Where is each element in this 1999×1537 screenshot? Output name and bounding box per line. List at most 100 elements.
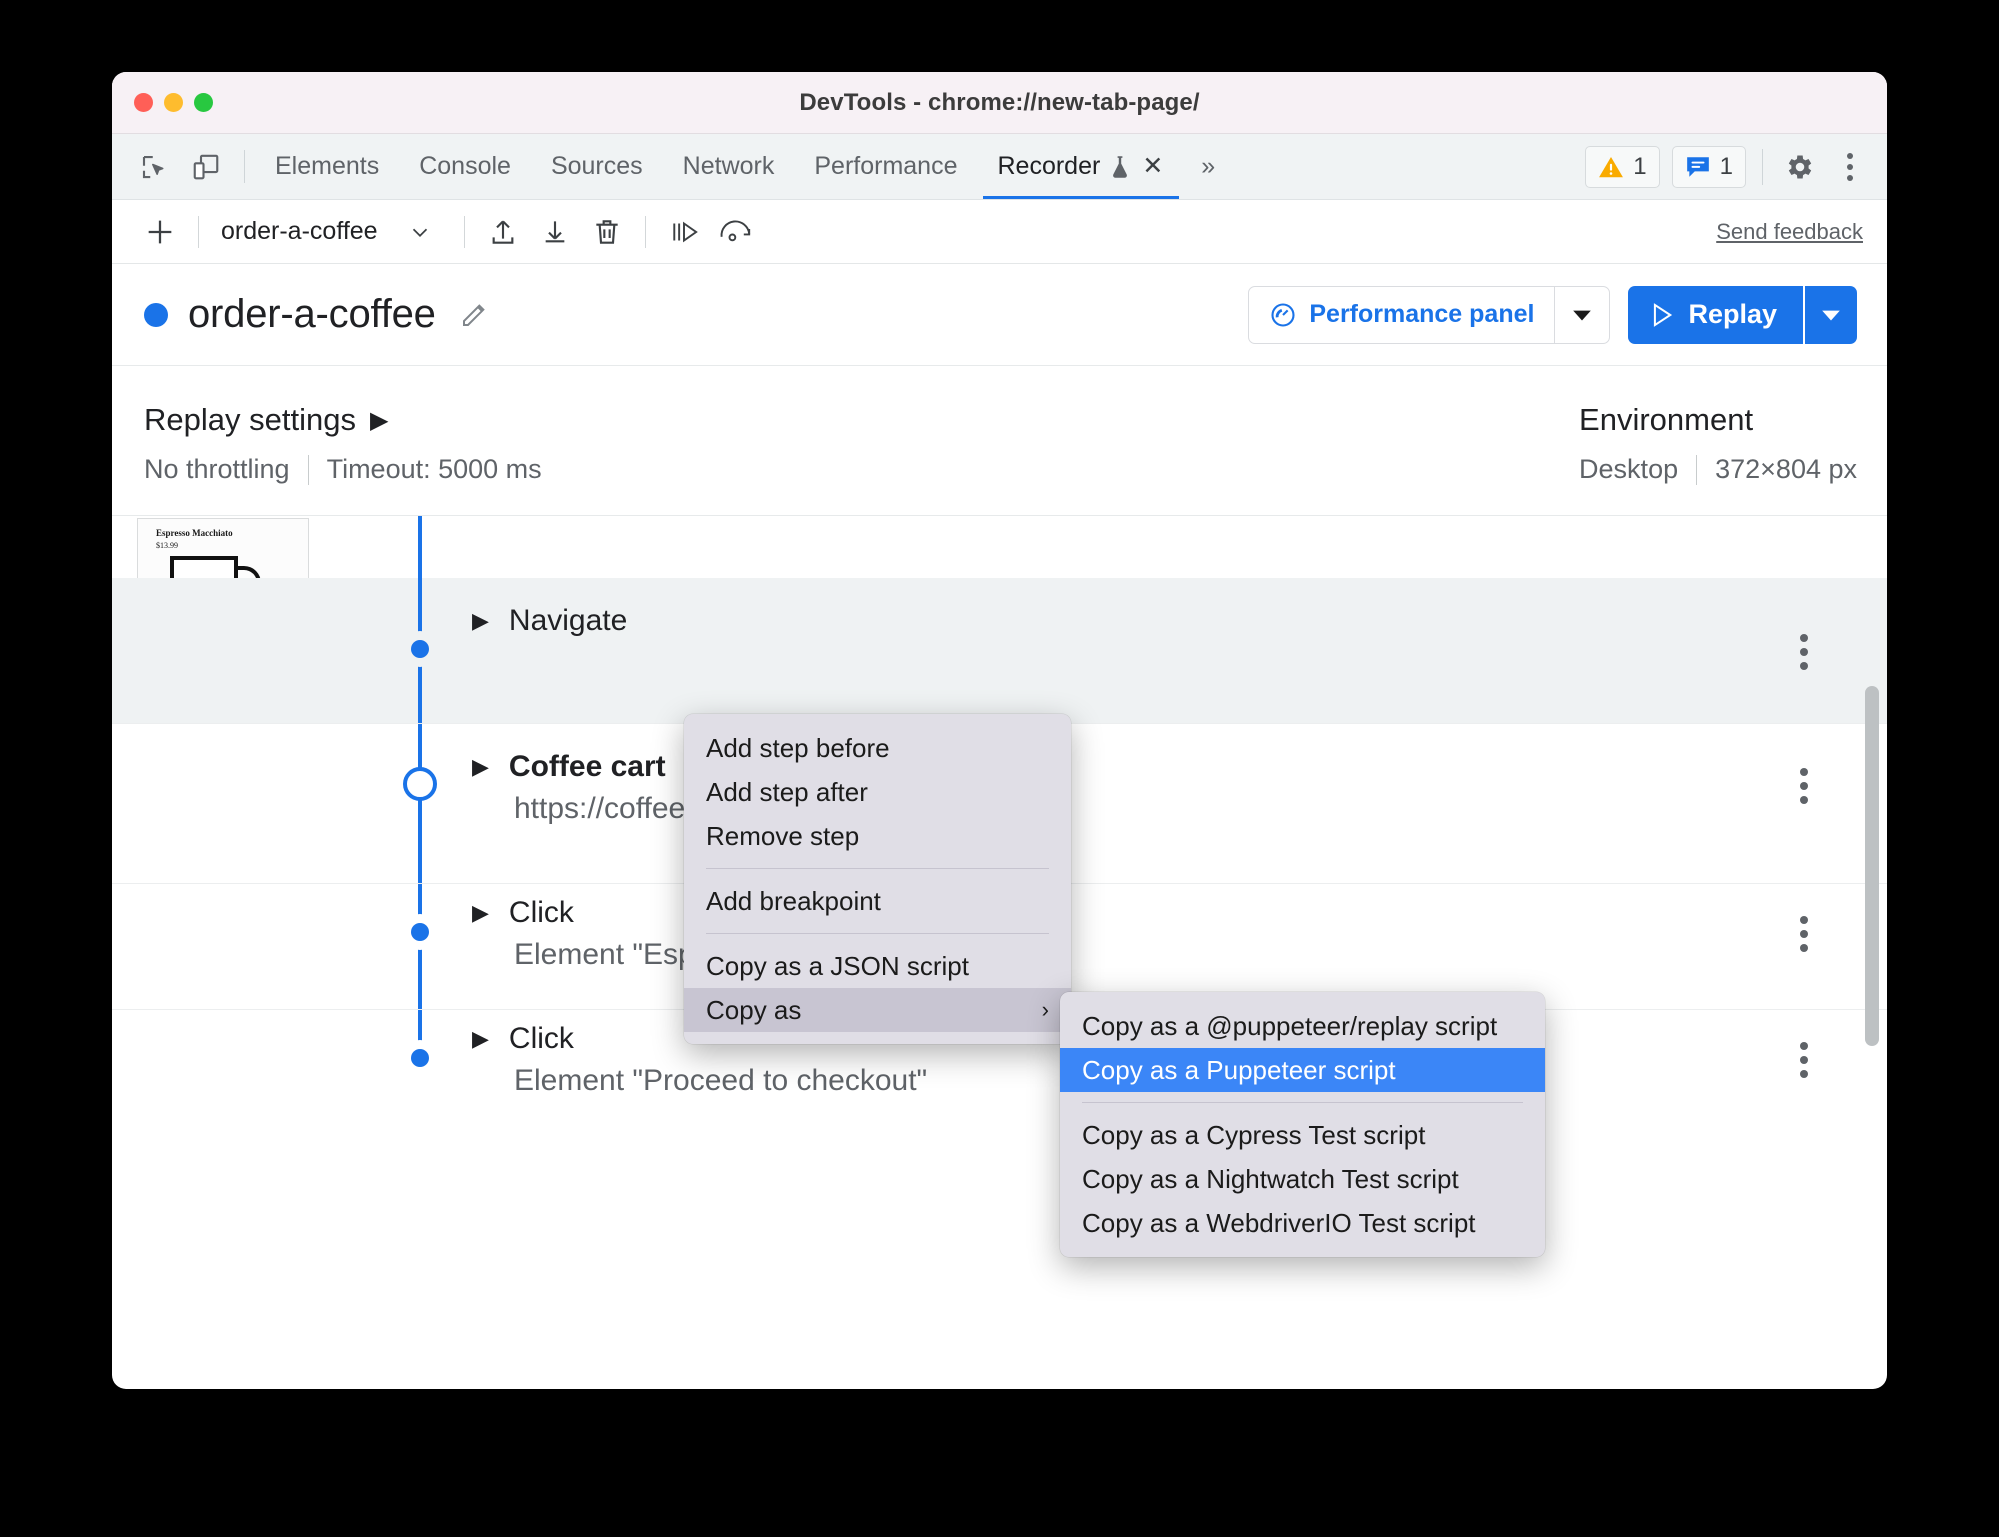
devtools-tool-icons bbox=[126, 134, 234, 199]
tab-console[interactable]: Console bbox=[399, 134, 531, 199]
send-feedback-link[interactable]: Send feedback bbox=[1716, 219, 1869, 245]
breakpoint-circle bbox=[403, 767, 437, 801]
more-tabs-icon[interactable]: » bbox=[1185, 134, 1231, 199]
performance-dropdown-arrow[interactable] bbox=[1555, 287, 1609, 343]
step-more-menu-icon[interactable] bbox=[1787, 912, 1821, 956]
environment-heading: Environment bbox=[1579, 402, 1754, 437]
expand-triangle-icon[interactable]: ▶ bbox=[472, 1028, 489, 1050]
step-marker-solid[interactable] bbox=[400, 912, 440, 952]
window-title: DevTools - chrome://new-tab-page/ bbox=[799, 88, 1200, 116]
submenu-item-nightwatch[interactable]: Copy as a Nightwatch Test script bbox=[1060, 1157, 1545, 1201]
step-more-menu-icon[interactable] bbox=[1787, 1038, 1821, 1082]
devtools-more-menu-icon[interactable] bbox=[1833, 146, 1867, 188]
submenu-item-cypress[interactable]: Copy as a Cypress Test script bbox=[1060, 1113, 1545, 1157]
expand-triangle-icon[interactable]: ▶ bbox=[472, 610, 489, 632]
chevron-down-icon bbox=[388, 219, 452, 245]
submenu-arrow-icon: › bbox=[1041, 997, 1049, 1022]
environment-summary: Desktop 372×804 px bbox=[1579, 454, 1857, 485]
create-recording-button[interactable] bbox=[134, 208, 186, 256]
step-over-button[interactable] bbox=[658, 208, 710, 256]
recording-status-dot bbox=[144, 302, 168, 327]
step-subtitle: https://coffee bbox=[514, 792, 686, 825]
tab-elements[interactable]: Elements bbox=[255, 134, 399, 199]
issues-badge[interactable]: 1 bbox=[1671, 145, 1746, 188]
export-recording-button[interactable] bbox=[477, 208, 529, 256]
toolbar-separator bbox=[198, 215, 199, 248]
step-content: ▶ Navigate bbox=[472, 578, 627, 664]
tabstrip-right-controls: 1 1 bbox=[1585, 134, 1887, 199]
performance-gauge-icon bbox=[1269, 301, 1297, 329]
expand-triangle-icon[interactable]: ▶ bbox=[472, 902, 489, 924]
menu-item-remove-step[interactable]: Remove step bbox=[684, 814, 1071, 858]
expand-arrow-icon: ▶ bbox=[369, 406, 389, 434]
replay-settings-heading: Replay settings bbox=[144, 402, 356, 437]
recording-selector-value: order-a-coffee bbox=[221, 217, 378, 245]
menu-item-add-step-after[interactable]: Add step after bbox=[684, 770, 1071, 814]
menu-item-add-breakpoint[interactable]: Add breakpoint bbox=[684, 879, 1071, 923]
performance-panel-main[interactable]: Performance panel bbox=[1249, 287, 1554, 343]
issues-count: 1 bbox=[1719, 152, 1733, 180]
issues-message-icon bbox=[1685, 155, 1711, 179]
performance-panel-label: Performance panel bbox=[1309, 300, 1535, 328]
step-more-menu-icon[interactable] bbox=[1787, 630, 1821, 674]
import-recording-button[interactable] bbox=[529, 208, 581, 256]
step-dot bbox=[411, 640, 429, 658]
pencil-icon[interactable] bbox=[458, 299, 490, 331]
thumbnail-product-title: Espresso Macchiato bbox=[156, 528, 233, 538]
tab-performance[interactable]: Performance bbox=[794, 134, 977, 199]
replay-settings-toggle[interactable]: Replay settings ▶ bbox=[144, 402, 542, 438]
replay-button[interactable]: Replay bbox=[1628, 285, 1803, 344]
device-toolbar-icon[interactable] bbox=[186, 147, 226, 187]
devtools-tabstrip: Elements Console Sources Network Perform… bbox=[112, 134, 1887, 200]
replay-dropdown-arrow[interactable] bbox=[1805, 285, 1857, 344]
tab-network[interactable]: Network bbox=[663, 134, 795, 199]
environment-viewport: 372×804 px bbox=[1715, 454, 1857, 484]
step-more-menu-icon[interactable] bbox=[1787, 764, 1821, 808]
expand-triangle-icon[interactable]: ▶ bbox=[472, 756, 489, 778]
recording-title: order-a-coffee bbox=[188, 292, 436, 336]
menu-divider-2 bbox=[706, 933, 1049, 934]
step-subtitle: Element "Proceed to checkout" bbox=[514, 1064, 928, 1092]
steps-scrollbar[interactable] bbox=[1865, 686, 1881, 1046]
step-marker-solid[interactable] bbox=[400, 629, 440, 669]
settings-row: Replay settings ▶ No throttling Timeout:… bbox=[112, 366, 1887, 516]
environment-device: Desktop bbox=[1579, 454, 1679, 484]
recording-header: order-a-coffee Performance panel Replay bbox=[112, 264, 1887, 366]
toolbar-separator-3 bbox=[644, 215, 646, 248]
step-content-2: ▶ Coffee cart https://coffee bbox=[472, 724, 685, 852]
submenu-item-puppeteer-replay[interactable]: Copy as a @puppeteer/replay script bbox=[1060, 1004, 1545, 1048]
experiment-flask-icon bbox=[1109, 155, 1131, 179]
menu-item-copy-as[interactable]: Copy as › bbox=[684, 988, 1071, 1032]
menu-item-add-step-before[interactable]: Add step before bbox=[684, 726, 1071, 770]
gear-icon[interactable] bbox=[1779, 146, 1821, 188]
throttling-value: No throttling bbox=[144, 454, 290, 484]
step-thumbnail-preview: Espresso Macchiato $13.99 milk foam espr… bbox=[112, 516, 1887, 628]
tab-recorder[interactable]: Recorder ✕ bbox=[977, 134, 1185, 199]
submenu-item-webdriverio[interactable]: Copy as a WebdriverIO Test script bbox=[1060, 1201, 1545, 1245]
step-title: Navigate bbox=[508, 604, 628, 637]
performance-panel-button[interactable]: Performance panel bbox=[1248, 285, 1611, 344]
copy-as-submenu: Copy as a @puppeteer/replay script Copy … bbox=[1060, 992, 1545, 1257]
step-marker-breakpoint[interactable] bbox=[400, 764, 440, 804]
submenu-item-puppeteer[interactable]: Copy as a Puppeteer script bbox=[1060, 1048, 1545, 1092]
step-marker-solid[interactable] bbox=[400, 1038, 440, 1078]
timeline-rail-top bbox=[418, 516, 422, 578]
close-tab-icon[interactable]: ✕ bbox=[1140, 154, 1165, 179]
tab-sources[interactable]: Sources bbox=[531, 134, 663, 199]
scrollbar-thumb[interactable] bbox=[1865, 686, 1879, 1046]
warnings-count: 1 bbox=[1633, 152, 1647, 180]
submenu-divider bbox=[1082, 1102, 1523, 1103]
delete-recording-button[interactable] bbox=[581, 208, 633, 256]
menu-divider bbox=[706, 868, 1049, 869]
step-row-navigate[interactable]: ▶ Navigate bbox=[112, 578, 1887, 724]
environment-column: Environment Desktop 372×804 px bbox=[1579, 402, 1857, 485]
menu-item-copy-as-json[interactable]: Copy as a JSON script bbox=[684, 944, 1071, 988]
replay-button-group: Replay bbox=[1628, 285, 1857, 344]
warnings-badge[interactable]: 1 bbox=[1585, 145, 1660, 188]
play-icon bbox=[1650, 302, 1674, 328]
toolbar-separator-2 bbox=[463, 215, 465, 248]
recording-selector[interactable]: order-a-coffee bbox=[211, 217, 452, 246]
inspect-element-icon[interactable] bbox=[134, 147, 174, 187]
replay-button-label: Replay bbox=[1688, 299, 1777, 329]
replay-timeout-button[interactable] bbox=[710, 208, 762, 256]
